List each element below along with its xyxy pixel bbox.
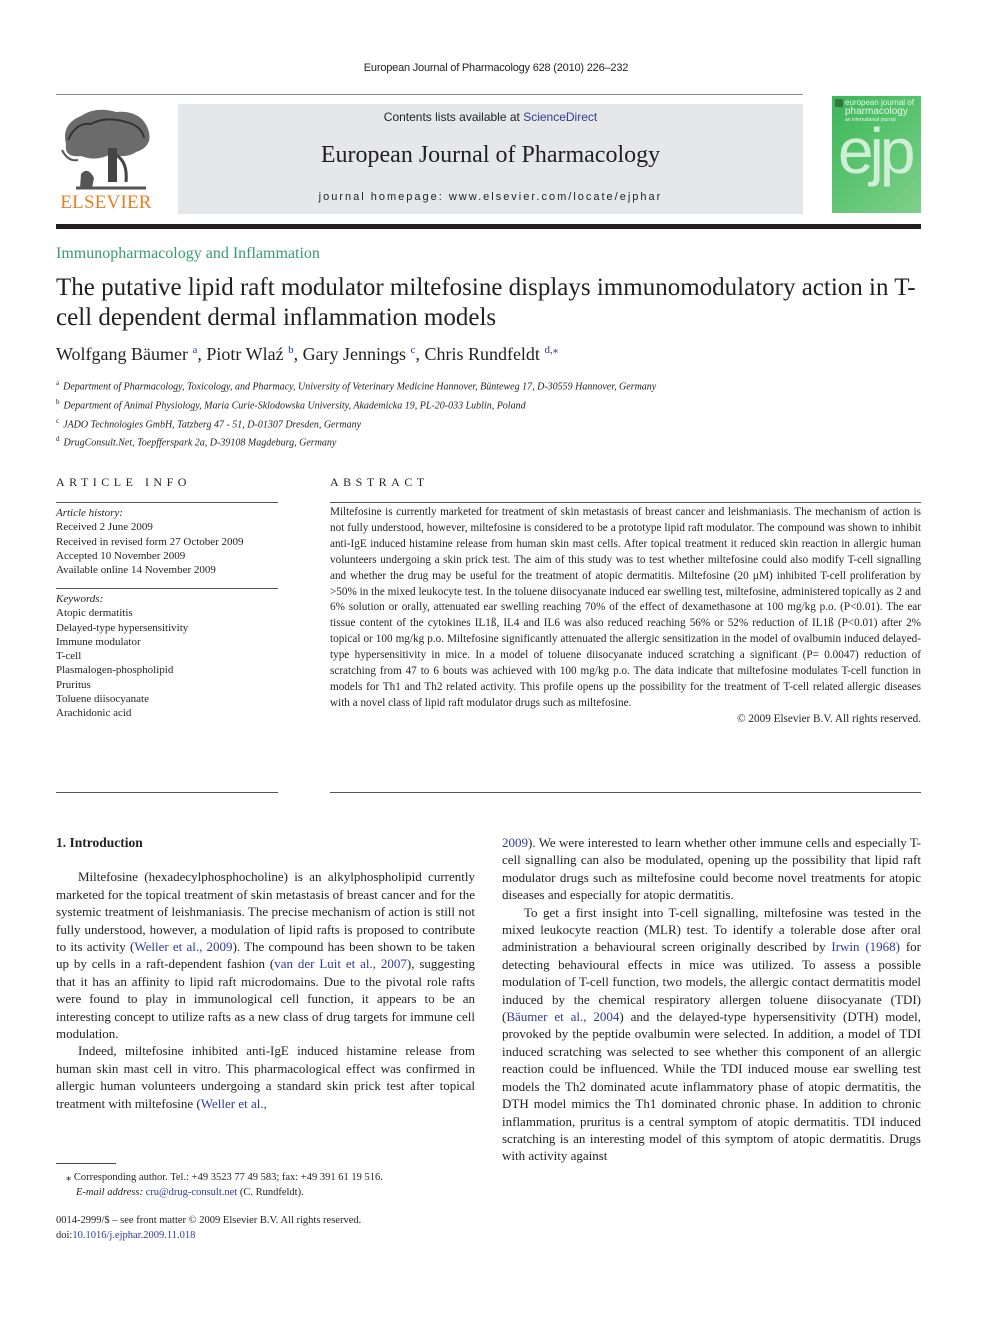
author-name[interactable]: Chris Rundfeldt xyxy=(424,344,540,364)
keyword: Toluene diisocyanate xyxy=(56,693,150,706)
citation-link[interactable]: 2009 xyxy=(502,835,528,850)
citation-link[interactable]: van der Luit et al., 2007 xyxy=(274,956,407,971)
paragraph: Indeed, miltefosine inhibited anti-IgE i… xyxy=(56,1043,475,1111)
header-divider xyxy=(56,224,921,229)
journal-banner: Contents lists available at ScienceDirec… xyxy=(178,104,803,214)
contents-line: Contents lists available at ScienceDirec… xyxy=(178,110,803,124)
keyword: Atopic dermatitis xyxy=(56,607,133,620)
footnotes: ⁎ Corresponding author. Tel.: +49 3523 7… xyxy=(56,1170,486,1243)
citation-link[interactable]: Bäumer et al., 2004 xyxy=(506,1009,619,1024)
citation-link[interactable]: Irwin (1968) xyxy=(831,939,900,954)
tree-icon xyxy=(61,109,150,190)
affiliation-text: Department of Pharmacology, Toxicology, … xyxy=(63,381,657,393)
affiliation-key: a xyxy=(56,379,60,387)
keywords-label: Keywords: xyxy=(56,593,104,605)
running-head: European Journal of Pharmacology 628 (20… xyxy=(363,62,629,74)
email-suffix: (C. Rundfeldt). xyxy=(237,1187,304,1198)
history-label: Article history: xyxy=(56,507,123,519)
abstract: Miltefosine is currently marketed for tr… xyxy=(330,505,921,728)
keywords: Keywords: Atopic dermatitis Delayed-type … xyxy=(56,592,278,721)
affiliation-key: b xyxy=(56,397,60,406)
affiliation-text: DrugConsult.Net, Toepfferspark 2a, D-391… xyxy=(63,437,337,449)
elsevier-logo[interactable]: ELSEVIER xyxy=(56,104,156,214)
affiliations: a Department of Pharmacology, Toxicology,… xyxy=(56,376,656,451)
paragraph: 2009). We were interested to learn wheth… xyxy=(502,835,921,903)
cover-monogram: ejp xyxy=(838,115,915,187)
affiliation: d DrugConsult.Net, Toepfferspark 2a, D-39… xyxy=(56,432,656,451)
affiliation: b Department of Animal Physiology, Maria … xyxy=(56,395,656,414)
history-item: Available online 14 November 2009 xyxy=(56,564,216,577)
corresponding-author-note: ⁎ Corresponding author. Tel.: +49 3523 7… xyxy=(66,1172,383,1183)
divider xyxy=(56,502,278,503)
keyword: Plasmalogen-phospholipid xyxy=(56,664,174,677)
email-link[interactable]: cru@drug-consult.net xyxy=(146,1187,238,1198)
divider xyxy=(56,792,278,793)
elsevier-wordmark: ELSEVIER xyxy=(60,192,152,213)
section-label: Immunopharmacology and Inflammation xyxy=(56,245,320,262)
author-name[interactable]: Wolfgang Bäumer xyxy=(56,344,188,364)
doi-line: doi:10.1016/j.ejphar.2009.11.018 xyxy=(56,1228,486,1243)
divider xyxy=(56,588,278,589)
cover-elsevier-icon xyxy=(835,99,843,107)
journal-homepage-link[interactable]: journal homepage: www.elsevier.com/locat… xyxy=(178,191,803,203)
author-affiliation-marker[interactable]: a xyxy=(193,344,198,356)
body-left-column: 1. Introduction Miltefosine (hexadecylph… xyxy=(56,834,475,1112)
history-item: Received 2 June 2009 xyxy=(56,521,153,534)
affiliation-key: c xyxy=(56,416,60,425)
divider xyxy=(330,502,921,503)
sciencedirect-link[interactable]: ScienceDirect xyxy=(523,110,597,124)
body-right-column: 2009). We were interested to learn wheth… xyxy=(502,834,921,1165)
doi-prefix: doi: xyxy=(56,1230,73,1241)
affiliation-text: JADO Technologies GmbH, Tatzberg 47 - 51… xyxy=(63,418,362,430)
issn-line: 0014-2999/$ – see front matter © 2009 El… xyxy=(56,1215,362,1226)
citation-link[interactable]: Weller et al., xyxy=(201,1096,267,1111)
abstract-copyright: © 2009 Elsevier B.V. All rights reserved… xyxy=(737,712,921,725)
history-item: Received in revised form 27 October 2009 xyxy=(56,535,244,548)
affiliation-key: d xyxy=(56,435,60,444)
affiliation: c JADO Technologies GmbH, Tatzberg 47 - 5… xyxy=(56,414,656,433)
email-note: E-mail address: cru@drug-consult.net (C.… xyxy=(56,1185,486,1200)
author-name[interactable]: Gary Jennings xyxy=(303,344,406,364)
author-name[interactable]: Piotr Wlaź xyxy=(206,344,283,364)
history-item: Accepted 10 November 2009 xyxy=(56,549,186,562)
doi-link[interactable]: 10.1016/j.ejphar.2009.11.018 xyxy=(72,1230,195,1241)
keyword: Immune modulator xyxy=(56,635,141,648)
author-affiliation-marker[interactable]: b xyxy=(288,344,294,356)
affiliation: a Department of Pharmacology, Toxicology,… xyxy=(56,376,656,395)
journal-name: European Journal of Pharmacology xyxy=(320,142,661,168)
paragraph: Miltefosine (hexadecylphosphocholine) is… xyxy=(56,869,476,1042)
contents-prefix: Contents lists available at xyxy=(383,110,524,124)
footnote-divider xyxy=(56,1163,116,1164)
keyword: Pruritus xyxy=(56,678,91,691)
author-list: Wolfgang Bäumer a, Piotr Wlaź b, Gary Je… xyxy=(56,344,559,364)
keyword: T-cell xyxy=(56,650,82,663)
article-title: The putative lipid raft modulator miltef… xyxy=(56,274,916,331)
paragraph: To get a first insight into T-cell signa… xyxy=(502,904,922,1164)
abstract-heading: ABSTRACT xyxy=(330,475,429,489)
keyword: Arachidonic acid xyxy=(56,707,132,720)
author-affiliation-marker[interactable]: c xyxy=(411,344,416,356)
section-heading: 1. Introduction xyxy=(56,835,143,850)
divider xyxy=(330,792,921,793)
author-affiliation-marker[interactable]: d,⁎ xyxy=(544,344,558,356)
affiliation-text: Department of Animal Physiology, Maria C… xyxy=(63,400,526,412)
email-label: E-mail address: xyxy=(76,1187,146,1198)
citation-link[interactable]: Weller et al., 2009 xyxy=(134,939,232,954)
article-info-heading: ARTICLE INFO xyxy=(56,475,191,489)
keyword: Delayed-type hypersensitivity xyxy=(56,621,189,634)
divider xyxy=(56,94,803,95)
article-history: Article history: Received 2 June 2009 Rec… xyxy=(56,506,278,577)
abstract-text: Miltefosine is currently marketed for tr… xyxy=(330,506,921,709)
journal-cover[interactable]: european journal of pharmacology an inte… xyxy=(832,96,921,213)
